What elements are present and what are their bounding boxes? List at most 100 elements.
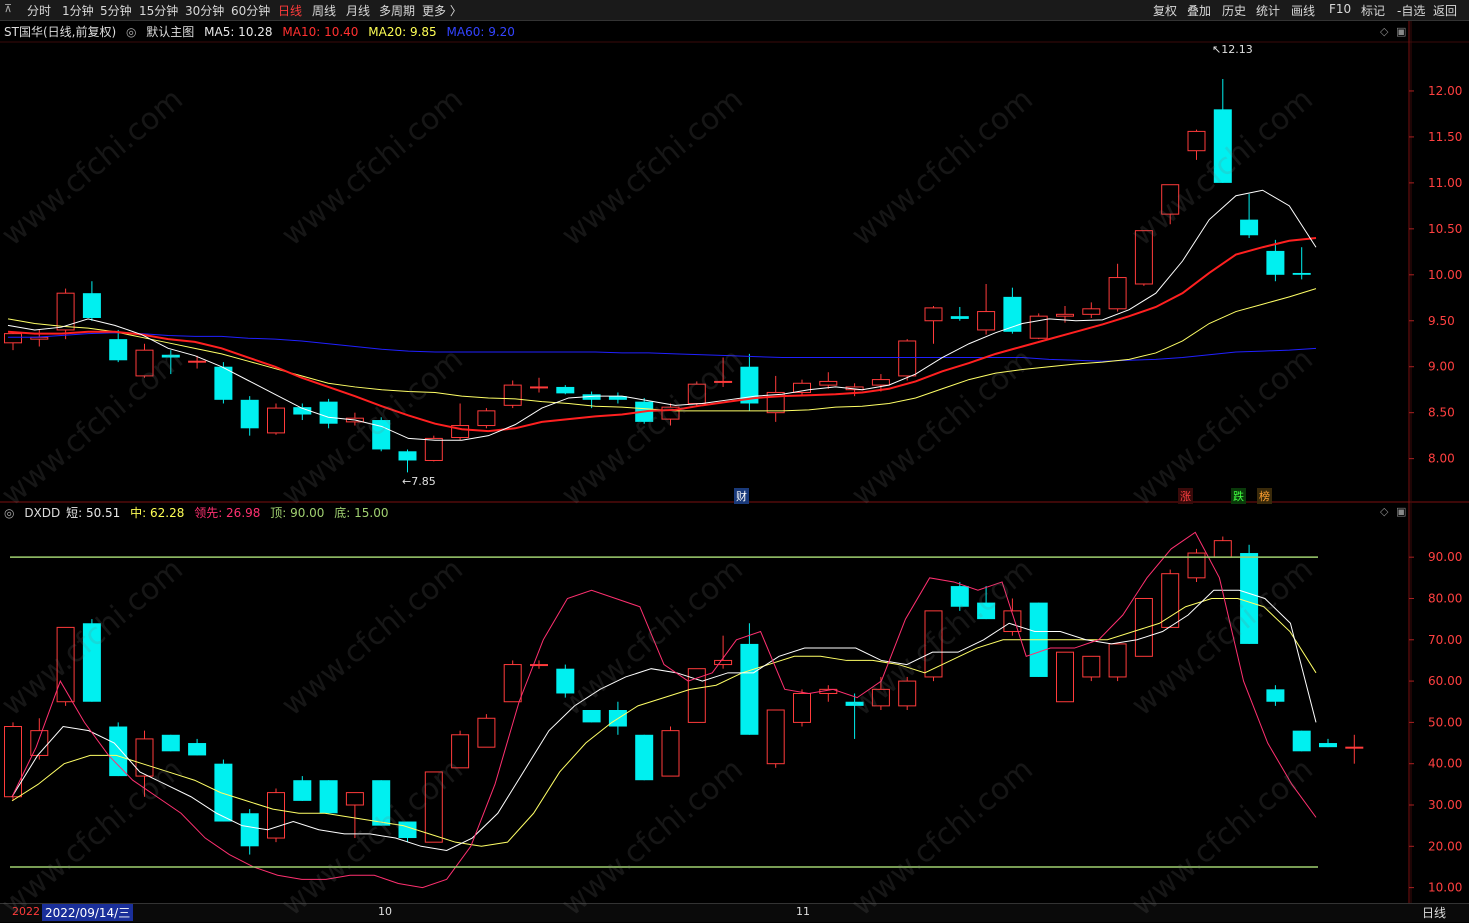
sub-candle-body-down <box>1266 689 1285 702</box>
main-candle-body-down <box>556 386 575 394</box>
period-tab-7[interactable]: 周线 <box>312 2 336 19</box>
sub-candle-body-up <box>1108 643 1127 678</box>
toolbar-button-7[interactable]: -自选 <box>1397 2 1425 19</box>
sub-candle-body-up <box>1161 573 1180 628</box>
lead-line <box>11 531 1317 889</box>
main-candle-body-up <box>898 340 917 377</box>
period-tab-9[interactable]: 多周期 <box>379 2 415 19</box>
financial-report-tag[interactable]: 财 <box>734 488 749 504</box>
period-toolbar: ⊼ 分时 1分钟 5分钟 15分钟 30分钟 60分钟 日线 周线 月线 多周期 更多 〉 复权 叠加… <box>0 0 1469 21</box>
sub-candle-body-down <box>950 586 969 607</box>
main-candle-body-up <box>714 380 733 383</box>
main-tick-label: 11.00 <box>1428 176 1462 190</box>
sub-candle-body-down <box>1292 730 1311 752</box>
sub-candle-body-down <box>977 602 996 620</box>
period-tab-2[interactable]: 5分钟 <box>100 2 132 19</box>
sub-candle-body-up <box>1213 540 1232 558</box>
main-candle-body-down <box>1292 272 1311 275</box>
sub-candle-body-down <box>582 710 601 723</box>
ma5-line <box>7 189 1317 441</box>
main-candle-body-up <box>267 407 285 434</box>
toolbar-button-8[interactable]: 返回 <box>1433 2 1457 19</box>
sub-candle-body-down <box>161 734 180 752</box>
main-candle-body-down <box>240 399 259 429</box>
sub-candle-body-up <box>924 610 943 678</box>
sub-candle-body-up <box>424 771 443 843</box>
sub-candle-body-down <box>1319 743 1337 748</box>
sub-candle-body-up <box>766 709 785 765</box>
toolbar-button-0[interactable]: 复权 <box>1153 2 1177 19</box>
main-candle-body-up <box>1056 313 1074 317</box>
main-candle-body-up <box>4 333 22 344</box>
main-tick-label: 8.50 <box>1428 406 1455 420</box>
period-tab-1[interactable]: 1分钟 <box>62 2 94 19</box>
sub-candle-body-down <box>372 780 391 826</box>
main-candle-body-up <box>1134 230 1153 285</box>
toolbar-button-4[interactable]: 画线 <box>1291 2 1315 19</box>
period-tab-5[interactable]: 60分钟 <box>231 2 270 19</box>
period-tab-10[interactable]: 更多 〉 <box>422 2 462 19</box>
sub-candle-body-up <box>345 792 364 806</box>
sub-candle-body-down <box>398 821 417 839</box>
sub-tick-label: 80.00 <box>1428 591 1462 605</box>
main-candle-body-down <box>161 354 180 358</box>
toolbar-button-5[interactable]: F10 <box>1329 2 1351 16</box>
main-candle-body-down <box>1213 109 1232 183</box>
sub-candle-body-down <box>82 623 101 702</box>
limit-down-tag[interactable]: 跌 <box>1231 488 1246 504</box>
sub-candle-body-down <box>293 780 312 801</box>
sub-candle-body-up <box>793 692 811 723</box>
toolbar-button-3[interactable]: 统计 <box>1256 2 1280 19</box>
period-tab-8[interactable]: 月线 <box>346 2 370 19</box>
main-candle-body-down <box>109 339 128 361</box>
sub-candle-body-up <box>1345 746 1364 749</box>
sub-candle-body-down <box>188 743 207 756</box>
sub-candle-body-up <box>503 664 522 703</box>
high-price-label: ↖12.13 <box>1212 43 1253 56</box>
sub-tick-label: 70.00 <box>1428 633 1462 647</box>
sub-candle-body-up <box>1056 651 1074 703</box>
main-candle-body-up <box>1161 184 1180 215</box>
main-candle-body-down <box>214 366 233 400</box>
sub-candle-body-up <box>687 668 706 723</box>
main-candle-body-up <box>687 383 706 404</box>
period-indicator-tab[interactable]: 日线 <box>1422 904 1446 921</box>
toolbar-button-1[interactable]: 叠加 <box>1187 2 1211 19</box>
sub-tick-label: 90.00 <box>1428 550 1462 564</box>
sub-tick-label: 60.00 <box>1428 674 1462 688</box>
sub-candle-body-up <box>267 792 285 839</box>
date-axis-start: 2022 <box>12 905 40 918</box>
period-tab-0[interactable]: 分时 <box>27 2 51 19</box>
dragon-tiger-list-tag[interactable]: 榜 <box>1257 488 1272 504</box>
main-candle-body-up <box>1082 308 1101 315</box>
period-tab-3[interactable]: 15分钟 <box>139 2 178 19</box>
sub-candle-body-down <box>109 726 128 777</box>
sub-candle-body-up <box>30 730 49 756</box>
main-tick-label: 8.00 <box>1428 452 1455 466</box>
main-candle-body-up <box>977 311 996 331</box>
sub-tick-label: 30.00 <box>1428 798 1462 812</box>
main-tick-label: 10.00 <box>1428 268 1462 282</box>
main-tick-label: 9.00 <box>1428 360 1455 374</box>
sub-candle-body-up <box>898 680 917 707</box>
main-tick-label: 12.00 <box>1428 84 1462 98</box>
limit-up-tag[interactable]: 涨 <box>1178 488 1193 504</box>
main-candle-body-down <box>950 316 969 319</box>
sub-candle-body-up <box>714 659 733 666</box>
main-candle-body-up <box>135 349 154 377</box>
sub-candle-body-up <box>451 734 470 769</box>
sub-candle-body-down <box>740 643 759 735</box>
ma60-line <box>8 332 1317 362</box>
ma10-line <box>7 237 1317 433</box>
period-tab-4[interactable]: 30分钟 <box>185 2 224 19</box>
mid-line <box>11 597 1317 847</box>
toolbar-button-2[interactable]: 历史 <box>1222 2 1246 19</box>
kline-chart[interactable]: 12.00 11.50 11.00 10.50 10.00 9.50 9.00 8.50 8.0… <box>0 21 1469 903</box>
period-tab-6[interactable]: 日线 <box>278 2 302 19</box>
sub-candle-body-down <box>845 701 864 706</box>
main-candle-body-up <box>924 307 943 322</box>
main-candle-body-down <box>398 451 417 461</box>
sub-candle-body-down <box>240 813 259 847</box>
collapse-left-icon[interactable]: ⊼ <box>4 2 12 15</box>
toolbar-button-6[interactable]: 标记 <box>1361 2 1385 19</box>
